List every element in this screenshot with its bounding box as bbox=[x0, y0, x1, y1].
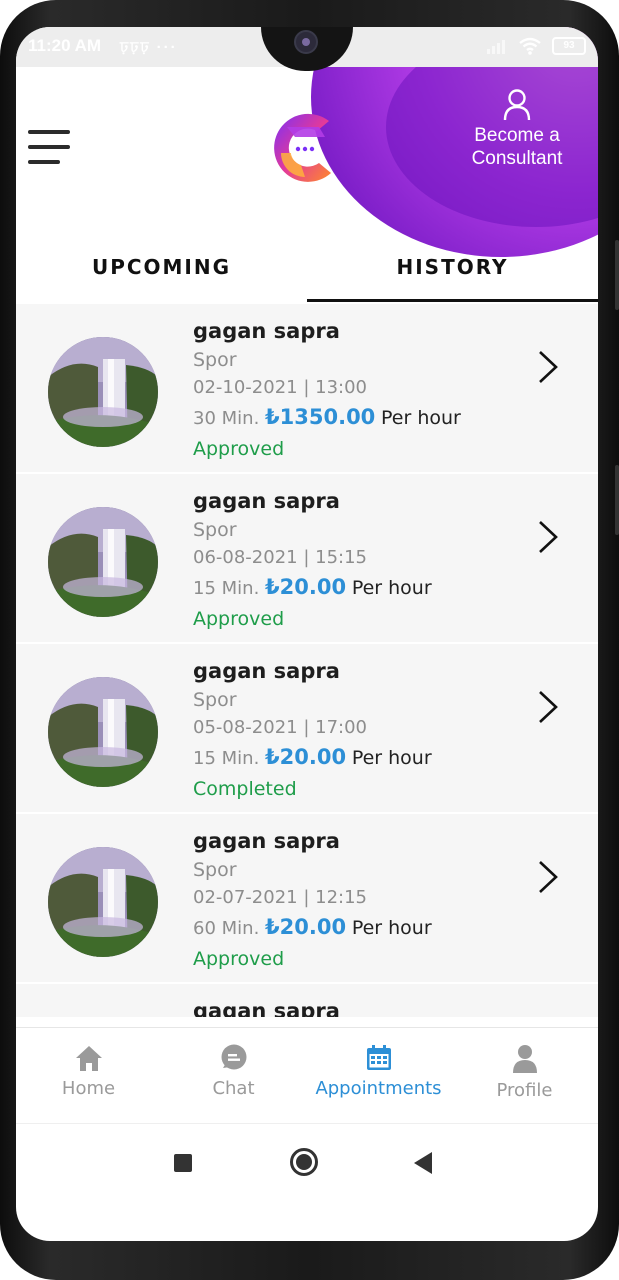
avatar bbox=[48, 507, 158, 617]
appointment-card[interactable]: gagan sapra Spor 06-08-2021 | 15:15 15 M… bbox=[16, 474, 598, 642]
rate-unit: Per hour bbox=[351, 747, 432, 769]
appointment-list[interactable]: gagan sapra Spor 02-10-2021 | 13:00 30 M… bbox=[16, 304, 598, 1017]
price: ₺20.00 bbox=[265, 575, 347, 599]
app-logo bbox=[274, 113, 331, 182]
duration: 30 Min. bbox=[193, 408, 260, 429]
chevron-right-icon[interactable] bbox=[536, 859, 560, 895]
nav-appointments-label: Appointments bbox=[315, 1078, 442, 1099]
avatar bbox=[48, 337, 158, 447]
status-badge: Approved bbox=[193, 608, 285, 630]
appointment-datetime: 02-10-2021 | 13:00 bbox=[193, 377, 367, 398]
consultant-name: gagan sapra bbox=[193, 489, 340, 513]
profile-icon bbox=[512, 1045, 537, 1073]
nav-chat-label: Chat bbox=[212, 1078, 255, 1099]
system-navigation-bar bbox=[16, 1123, 598, 1204]
nav-home[interactable]: Home bbox=[16, 1044, 161, 1099]
rate-unit: Per hour bbox=[351, 577, 432, 599]
category: Spor bbox=[193, 859, 237, 881]
category: Spor bbox=[193, 689, 237, 711]
status-badge: Approved bbox=[193, 438, 285, 460]
camera-icon bbox=[294, 30, 318, 54]
duration: 60 Min. bbox=[193, 918, 260, 939]
nav-profile[interactable]: Profile bbox=[452, 1044, 597, 1101]
price: ₺20.00 bbox=[265, 745, 347, 769]
battery-icon: 93 bbox=[552, 37, 586, 55]
status-badge: Approved bbox=[193, 948, 285, 970]
become-consultant-button[interactable]: Become a Consultant bbox=[462, 89, 572, 170]
home-icon bbox=[75, 1046, 102, 1071]
home-button[interactable] bbox=[290, 1148, 318, 1176]
tab-upcoming[interactable]: UPCOMING bbox=[16, 242, 307, 302]
chat-icon bbox=[221, 1044, 246, 1070]
consultant-name: gagan sapra bbox=[193, 829, 340, 853]
rate-unit: Per hour bbox=[351, 917, 432, 939]
rate-unit: Per hour bbox=[381, 407, 461, 429]
volume-button bbox=[615, 240, 619, 310]
menu-icon[interactable] bbox=[28, 130, 70, 164]
power-button bbox=[615, 465, 619, 535]
price: ₺1350.00 bbox=[265, 405, 376, 429]
wifi-icon bbox=[519, 37, 541, 55]
app-header: Become a Consultant bbox=[16, 27, 598, 257]
waterfall-image bbox=[48, 847, 158, 957]
category: Spor bbox=[193, 519, 237, 541]
avatar bbox=[48, 847, 158, 957]
chevron-right-icon[interactable] bbox=[536, 519, 560, 555]
consultant-name: gagan sapra bbox=[193, 659, 340, 683]
price: ₺20.00 bbox=[265, 915, 347, 939]
waterfall-image bbox=[48, 677, 158, 787]
appointment-card[interactable]: gagan sapra Spor 02-10-2021 | 13:00 30 M… bbox=[16, 304, 598, 472]
appointment-tabs: UPCOMING HISTORY bbox=[16, 242, 598, 302]
appointment-datetime: 02-07-2021 | 12:15 bbox=[193, 887, 367, 908]
tab-history[interactable]: HISTORY bbox=[307, 242, 598, 302]
consultant-name: gagan sapra bbox=[193, 999, 340, 1017]
screen: 11:20 AM ঢ়ঢ়ঢ় ··· 93 Become a Consulta… bbox=[16, 27, 598, 1241]
appointment-datetime: 05-08-2021 | 17:00 bbox=[193, 717, 367, 738]
user-outline-icon bbox=[503, 89, 531, 121]
avatar bbox=[48, 677, 158, 787]
status-time: 11:20 AM bbox=[28, 36, 102, 55]
calendar-icon bbox=[366, 1045, 391, 1070]
duration: 15 Min. bbox=[193, 578, 260, 599]
waterfall-image bbox=[48, 507, 158, 617]
category: Spor bbox=[193, 349, 237, 371]
nav-chat[interactable]: Chat bbox=[161, 1044, 306, 1099]
appointment-card[interactable]: gagan sapra Spor 02-07-2021 | 12:15 60 M… bbox=[16, 814, 598, 982]
duration: 15 Min. bbox=[193, 748, 260, 769]
appointment-card[interactable]: gagan sapra Spor 05-08-2021 | 17:00 15 M… bbox=[16, 644, 598, 812]
nav-home-label: Home bbox=[61, 1078, 116, 1099]
bottom-navigation: Home Chat Appointments Profile bbox=[16, 1027, 598, 1124]
chevron-right-icon[interactable] bbox=[536, 349, 560, 385]
chevron-right-icon[interactable] bbox=[536, 689, 560, 725]
become-consultant-label: Become a Consultant bbox=[471, 125, 563, 169]
appointment-datetime: 06-08-2021 | 15:15 bbox=[193, 547, 367, 568]
consultant-name: gagan sapra bbox=[193, 319, 340, 343]
appointment-card[interactable]: gagan sapra bbox=[16, 984, 598, 1017]
signal-icon bbox=[487, 40, 505, 54]
status-badge: Completed bbox=[193, 778, 297, 800]
recents-button[interactable] bbox=[174, 1154, 192, 1172]
waterfall-image bbox=[48, 337, 158, 447]
back-button[interactable] bbox=[414, 1152, 432, 1174]
nav-profile-label: Profile bbox=[496, 1080, 553, 1101]
nav-appointments[interactable]: Appointments bbox=[306, 1044, 451, 1099]
notification-icons: ঢ়ঢ়ঢ় ··· bbox=[120, 39, 178, 56]
